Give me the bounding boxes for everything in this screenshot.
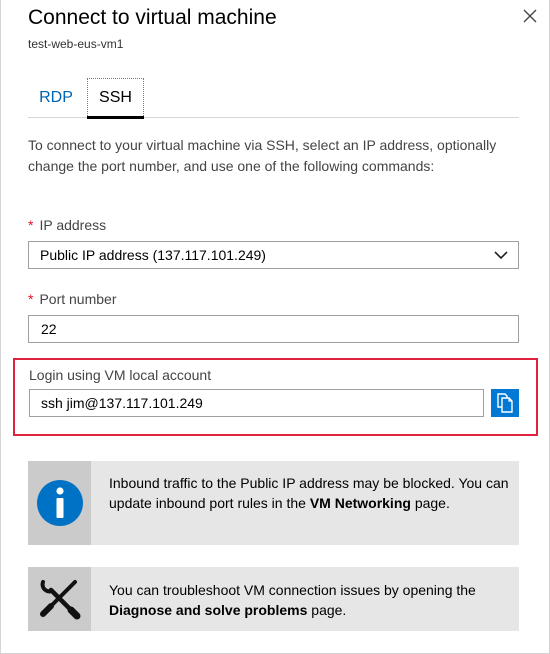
inbound-traffic-text: Inbound traffic to the Public IP address… bbox=[109, 473, 509, 513]
inbound-traffic-notice: Inbound traffic to the Public IP address… bbox=[28, 461, 519, 545]
diagnose-solve-link[interactable]: Diagnose and solve problems bbox=[109, 602, 307, 618]
close-button[interactable] bbox=[518, 4, 542, 28]
troubleshoot-text: You can troubleshoot VM connection issue… bbox=[109, 580, 509, 620]
port-number-label: * Port number bbox=[28, 291, 117, 307]
ssh-command-field[interactable] bbox=[29, 389, 484, 417]
required-marker: * bbox=[28, 291, 34, 307]
connect-vm-panel: Connect to virtual machine test-web-eus-… bbox=[0, 0, 550, 654]
ip-address-label-text: IP address bbox=[39, 217, 107, 233]
notice-text-end: page. bbox=[410, 495, 450, 511]
troubleshoot-notice: You can troubleshoot VM connection issue… bbox=[28, 567, 519, 631]
troubleshoot-text-end: page. bbox=[307, 602, 347, 618]
tab-ssh[interactable]: SSH bbox=[87, 78, 144, 119]
chevron-down-icon bbox=[494, 251, 508, 260]
required-marker: * bbox=[28, 217, 34, 233]
info-icon-cell bbox=[28, 461, 91, 545]
tools-icon bbox=[40, 580, 81, 620]
ip-address-selected: Public IP address (137.117.101.249) bbox=[40, 247, 266, 263]
tools-icon-cell bbox=[28, 567, 91, 631]
ip-address-label: * IP address bbox=[28, 217, 106, 233]
ssh-instructions: To connect to your virtual machine via S… bbox=[28, 137, 497, 174]
connection-tabs: RDP SSH bbox=[28, 78, 519, 119]
copy-to-clipboard-button[interactable] bbox=[491, 389, 519, 417]
tab-rdp[interactable]: RDP bbox=[28, 78, 84, 118]
ip-address-dropdown[interactable]: Public IP address (137.117.101.249) bbox=[28, 241, 519, 269]
copy-icon bbox=[497, 393, 513, 413]
panel-title: Connect to virtual machine bbox=[28, 6, 277, 29]
troubleshoot-text-start: You can troubleshoot VM connection issue… bbox=[109, 582, 476, 598]
vm-name-subtitle: test-web-eus-vm1 bbox=[28, 37, 124, 51]
port-number-label-text: Port number bbox=[39, 291, 117, 307]
close-icon bbox=[523, 9, 537, 23]
login-label: Login using VM local account bbox=[29, 367, 212, 383]
login-command-highlight: Login using VM local account bbox=[13, 358, 538, 436]
vm-networking-link[interactable]: VM Networking bbox=[310, 495, 411, 511]
port-number-input[interactable] bbox=[28, 315, 519, 343]
info-icon bbox=[37, 480, 83, 526]
